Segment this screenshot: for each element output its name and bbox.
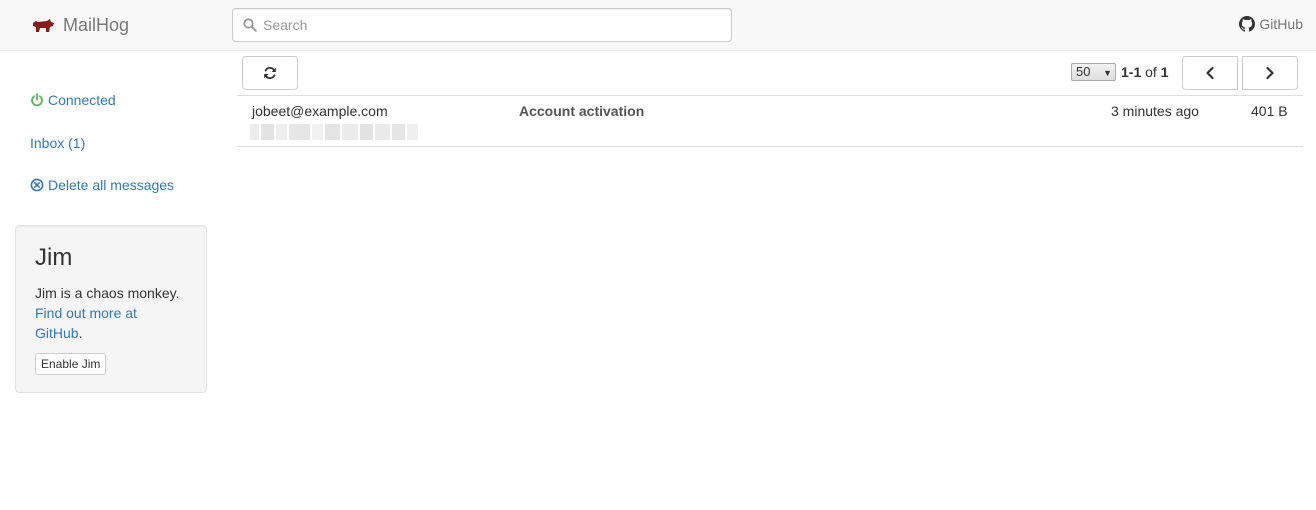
message-to-redacted — [250, 124, 418, 140]
page-range: 1-1 — [1121, 64, 1142, 80]
top-navbar: MailHog GitHub — [0, 0, 1316, 51]
refresh-button[interactable] — [242, 56, 298, 90]
page-total: 1 — [1160, 64, 1169, 80]
jim-title: Jim — [35, 244, 73, 271]
remove-circle-icon — [30, 178, 44, 192]
search-box — [232, 8, 732, 42]
jim-description: Jim is a chaos monkey. — [35, 285, 180, 301]
github-label: GitHub — [1259, 16, 1303, 32]
pagination-info: 1-1 of 1 — [1121, 64, 1169, 80]
brand-title: MailHog — [63, 14, 130, 35]
delete-all-label: Delete all messages — [48, 177, 175, 193]
jim-github-link[interactable]: Find out more at GitHub — [35, 305, 137, 341]
brand-link[interactable]: MailHog — [31, 14, 129, 36]
connected-label: Connected — [48, 92, 116, 108]
pig-logo-icon — [33, 19, 54, 32]
search-icon — [243, 18, 257, 32]
message-subject: Account activation — [519, 103, 645, 119]
chevron-right-icon — [1266, 66, 1274, 80]
message-size: 401 B — [1251, 103, 1288, 119]
github-link[interactable]: GitHub — [1239, 16, 1303, 32]
page-of-label: of — [1145, 64, 1157, 80]
page-size-select[interactable]: 50 ▼ — [1071, 63, 1116, 81]
message-time: 3 minutes ago — [1111, 103, 1199, 119]
previous-page-button[interactable] — [1182, 56, 1238, 90]
message-from: jobeet@example.com — [252, 103, 388, 119]
message-list: jobeet@example.com Account activation 3 … — [237, 95, 1303, 147]
enable-jim-button[interactable]: Enable Jim — [35, 353, 107, 375]
github-icon — [1239, 16, 1256, 32]
chevron-left-icon — [1206, 66, 1214, 80]
jim-description-block: Jim is a chaos monkey. Find out more at … — [35, 283, 187, 343]
sidebar-item-inbox[interactable]: Inbox (1) — [30, 135, 85, 151]
refresh-icon — [264, 66, 276, 80]
jim-link-suffix: . — [78, 325, 83, 341]
next-page-button[interactable] — [1242, 56, 1298, 90]
connected-status-link[interactable]: Connected — [30, 92, 116, 108]
jim-panel: Jim Jim is a chaos monkey. Find out more… — [15, 225, 207, 393]
message-row[interactable]: jobeet@example.com Account activation 3 … — [237, 96, 1303, 146]
search-input[interactable] — [263, 9, 723, 41]
page-size-value: 50 — [1076, 64, 1091, 79]
power-icon — [31, 93, 43, 107]
delete-all-messages-link[interactable]: Delete all messages — [30, 177, 174, 193]
inbox-label: Inbox (1) — [30, 135, 86, 151]
select-caret-icon: ▼ — [1103, 68, 1112, 78]
